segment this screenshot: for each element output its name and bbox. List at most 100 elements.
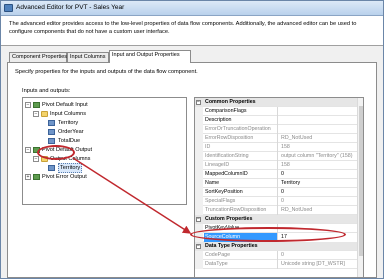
category-custom-properties[interactable]: − Custom Properties (195, 215, 363, 224)
property-value[interactable]: 0 (279, 188, 363, 197)
property-name: SpecialFlags (204, 197, 278, 206)
tab-label: Input Columns (70, 54, 106, 60)
inputs-outputs-label: Inputs and outputs: (22, 88, 71, 94)
column-icon (48, 138, 55, 144)
property-row[interactable]: Description (195, 116, 363, 125)
property-name: SortKeyPosition (204, 188, 278, 197)
row-gutter (195, 179, 203, 188)
row-gutter (195, 206, 203, 215)
inputs-outputs-tree[interactable]: − Pivot Default Input − Input Columns Te… (22, 97, 187, 205)
collapse-toggle-icon[interactable]: − (25, 102, 31, 108)
property-name: Description (204, 116, 278, 125)
property-value: output column "Territory" (158) (281, 153, 353, 159)
property-value: RD_NotUsed (281, 135, 313, 141)
folder-icon (41, 156, 48, 162)
info-banner: The advanced editor provides access to t… (1, 16, 383, 46)
collapse-toggle-icon[interactable]: − (25, 147, 31, 153)
property-value: Unicode string [DT_WSTR] (281, 261, 345, 267)
property-row[interactable]: DataType Unicode string [DT_WSTR] (195, 260, 363, 269)
tree-item-label: Input Columns (50, 111, 87, 117)
property-name: ErrorRowDisposition (204, 134, 278, 143)
title-bar[interactable]: Advanced Editor for PVT - Sales Year (1, 1, 383, 16)
tab-component-properties[interactable]: Component Properties (9, 52, 67, 62)
property-row[interactable]: ErrorOrTruncationOperation (195, 125, 363, 134)
tree-item-label: Output Columns (50, 156, 91, 162)
row-gutter: − (195, 215, 203, 224)
collapse-toggle-icon[interactable]: − (33, 111, 39, 117)
property-value: 0 (281, 198, 284, 204)
property-value: RD_NotUsed (281, 207, 313, 213)
row-gutter (195, 260, 203, 269)
property-name: TruncationRowDisposition (204, 206, 278, 215)
expand-toggle-icon[interactable]: + (25, 174, 31, 180)
collapse-toggle-icon[interactable]: − (33, 156, 39, 162)
row-gutter (195, 197, 203, 206)
tab-input-output-properties[interactable]: Input and Output Properties (109, 50, 191, 63)
tab-panel: Specify properties for the inputs and ou… (7, 62, 377, 278)
property-row[interactable]: MappedColumnID 0 (195, 170, 363, 179)
category-label: Common Properties (205, 99, 256, 105)
property-value[interactable] (279, 116, 363, 125)
collapse-icon[interactable]: − (196, 217, 201, 222)
tree-item-label: OrderYear (58, 129, 84, 135)
property-value[interactable] (279, 107, 363, 116)
property-row[interactable]: SpecialFlags 0 (195, 197, 363, 206)
row-gutter (195, 143, 203, 152)
property-name: ComparisonFlags (204, 107, 278, 116)
property-name: LineageID (204, 161, 278, 170)
category-label: Data Type Properties (205, 243, 258, 249)
property-value[interactable] (279, 224, 363, 233)
row-gutter (195, 134, 203, 143)
property-grid[interactable]: − Common Properties ComparisonFlags Desc… (194, 97, 364, 278)
column-icon (48, 165, 55, 171)
property-row[interactable]: Name Territory (195, 179, 363, 188)
property-row[interactable]: ComparisonFlags (195, 107, 363, 116)
property-name: ErrorOrTruncationOperation (204, 125, 278, 134)
scroll-thumb[interactable] (359, 106, 363, 256)
row-gutter (195, 233, 203, 242)
row-gutter (195, 125, 203, 134)
property-value[interactable]: 0 (279, 170, 363, 179)
property-row[interactable]: LineageID 158 (195, 161, 363, 170)
row-gutter (195, 251, 203, 260)
property-row[interactable]: PivotKeyValue (195, 224, 363, 233)
category-label: Custom Properties (205, 216, 253, 222)
row-gutter (195, 224, 203, 233)
property-name: ID (204, 143, 278, 152)
property-name: SourceColumn (204, 233, 278, 242)
category-data-type-properties[interactable]: − Data Type Properties (195, 242, 363, 251)
collapse-icon[interactable]: − (196, 100, 201, 105)
property-grid-scrollbar[interactable] (357, 98, 363, 277)
row-gutter (195, 152, 203, 161)
property-row-sourcecolumn[interactable]: SourceColumn 17 (195, 233, 363, 242)
row-gutter (195, 116, 203, 125)
property-row[interactable]: CodePage 0 (195, 251, 363, 260)
tab-label: Component Properties (12, 54, 68, 60)
row-gutter (195, 170, 203, 179)
tree-item-label: TotalDue (58, 138, 81, 144)
property-row[interactable]: ErrorRowDisposition RD_NotUsed (195, 134, 363, 143)
property-name: MappedColumnID (204, 170, 278, 179)
panel-description: Specify properties for the inputs and ou… (15, 69, 198, 75)
app-icon (4, 4, 13, 12)
row-gutter (195, 188, 203, 197)
property-value[interactable]: Territory (279, 179, 363, 188)
column-icon (48, 120, 55, 126)
tree-item-label: Territory (58, 163, 83, 173)
property-value (279, 125, 363, 134)
property-row[interactable]: SortKeyPosition 0 (195, 188, 363, 197)
property-row[interactable]: IdentificationString output column "Terri… (195, 152, 363, 161)
tree-item-label: Pivot Default Output (42, 147, 93, 153)
sourcecolumn-value-input[interactable]: 17 (279, 233, 363, 242)
collapse-icon[interactable]: − (196, 244, 201, 249)
property-value: 158 (281, 144, 290, 150)
tab-input-columns[interactable]: Input Columns (67, 52, 109, 62)
row-gutter (195, 107, 203, 116)
property-value: 0 (281, 252, 284, 258)
property-row[interactable]: TruncationRowDisposition RD_NotUsed (195, 206, 363, 215)
property-name: PivotKeyValue (204, 224, 278, 233)
row-gutter (195, 161, 203, 170)
category-common-properties[interactable]: − Common Properties (195, 98, 363, 107)
output-icon (33, 174, 40, 180)
property-row[interactable]: ID 158 (195, 143, 363, 152)
